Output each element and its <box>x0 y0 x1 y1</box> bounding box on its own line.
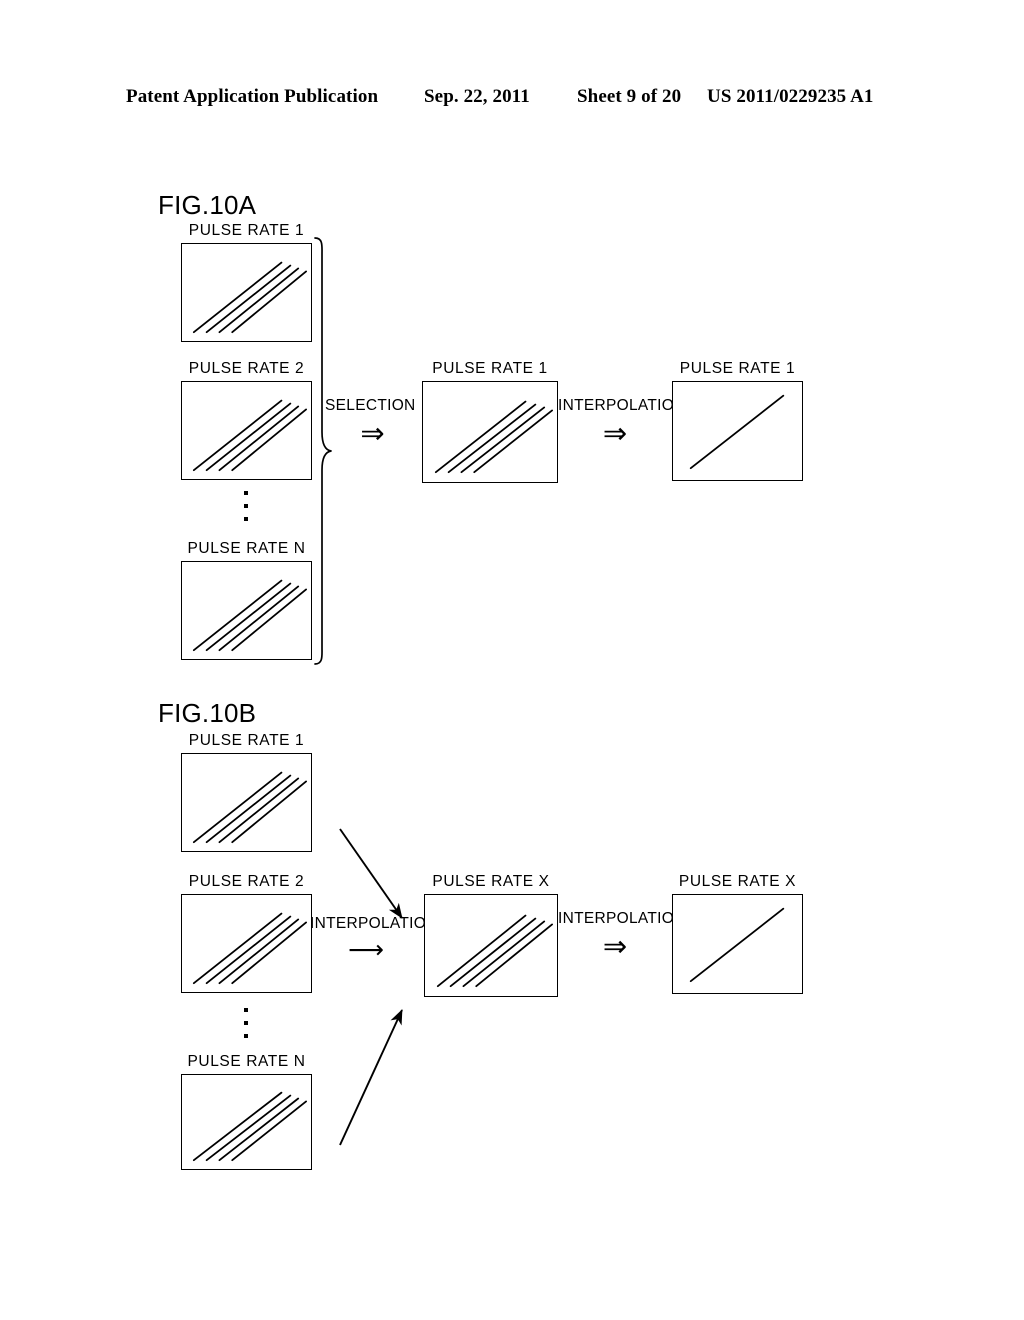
fig10a-selected-graph <box>422 381 558 483</box>
header-patent-number: US 2011/0229235 A1 <box>707 86 874 107</box>
header-date: Sep. 22, 2011 <box>424 86 530 107</box>
fig10a-step-selection: SELECTION ⇒ <box>325 397 420 448</box>
fig10a-input-graph-2 <box>181 381 312 480</box>
fig10a-step-selection-label: SELECTION <box>325 397 416 414</box>
header-sheet-number: Sheet 9 of 20 <box>577 86 682 107</box>
fig10a-output-label: PULSE RATE 1 <box>679 360 796 377</box>
fig10b-interpolated-label: PULSE RATE X <box>432 873 550 890</box>
fig10a-input-graph-1 <box>181 243 312 342</box>
fig10b-step-interpolation-in-arrow: ⟶ <box>348 935 384 964</box>
fig10a-input-label-1: PULSE RATE 1 <box>188 222 305 239</box>
page-header: Patent Application Publication Sep. 22, … <box>0 86 1024 114</box>
fig10b-step-interpolation-out: INTERPOLATION ⇒ <box>558 910 686 963</box>
fig10b-step-interpolation-in: INTERPOLATION ⟶ <box>310 915 438 964</box>
fig10a-input-label-2: PULSE RATE 2 <box>188 360 305 377</box>
fig10b-step-interpolation-out-label: INTERPOLATION <box>558 910 686 927</box>
fig10b-step-interpolation-in-label: INTERPOLATION <box>310 915 438 932</box>
fig10a-input-graph-n <box>181 561 312 660</box>
fig10b-input-label-2: PULSE RATE 2 <box>188 873 305 890</box>
fig10a-output-graph <box>672 381 803 481</box>
fig10b-output-label: PULSE RATE X <box>678 873 797 890</box>
figure-title-10b: FIG.10B <box>158 698 257 728</box>
fig10a-input-label-n: PULSE RATE N <box>187 540 306 557</box>
fig10b-output-graph <box>672 894 803 994</box>
fig10b-connector-arrows <box>318 815 428 1160</box>
fig10b-step-interpolation-out-arrow: ⇒ <box>602 929 628 963</box>
figure-title-10a: FIG.10A <box>158 190 257 220</box>
fig10b-input-graph-2 <box>181 894 312 993</box>
fig10a-selected-label: PULSE RATE 1 <box>432 360 548 377</box>
fig10b-interpolated-graph <box>424 894 558 997</box>
fig10b-input-graph-n <box>181 1074 312 1170</box>
fig10a-step-interpolation-arrow: ⇒ <box>602 416 628 450</box>
fig10b-vertical-ellipsis <box>241 1008 251 1038</box>
fig10a-vertical-ellipsis <box>241 491 251 521</box>
fig10b-input-label-n: PULSE RATE N <box>187 1053 306 1070</box>
fig10a-grouping-brace <box>312 234 334 668</box>
fig10a-step-interpolation-label: INTERPOLATION <box>558 397 686 414</box>
header-publication: Patent Application Publication <box>126 86 379 107</box>
fig10b-input-graph-1 <box>181 753 312 852</box>
fig10a-step-selection-arrow: ⇒ <box>360 416 385 450</box>
fig10a-step-interpolation: INTERPOLATION ⇒ <box>558 397 686 450</box>
fig10b-input-label-1: PULSE RATE 1 <box>188 732 305 749</box>
